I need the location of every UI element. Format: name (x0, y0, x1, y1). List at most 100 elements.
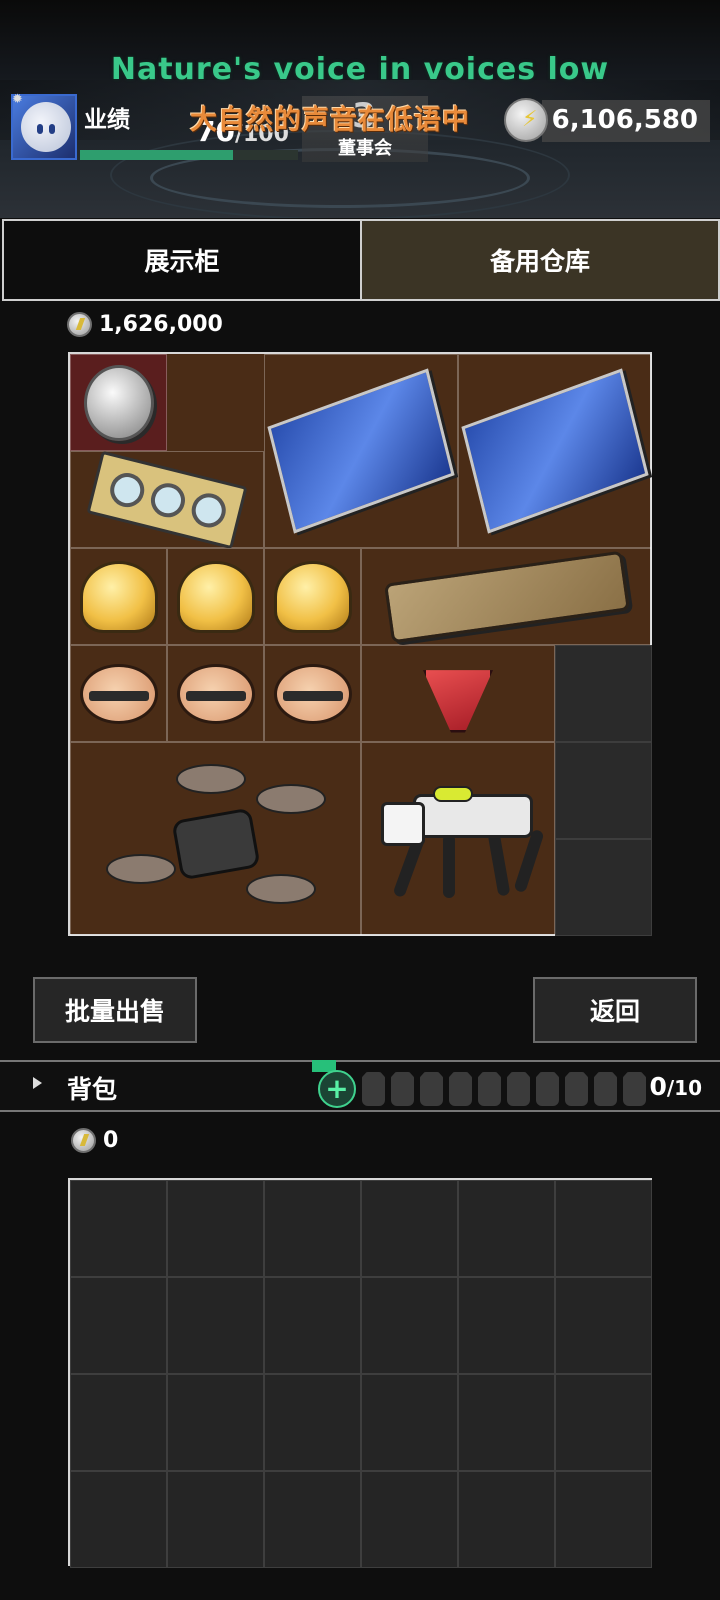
locked-slot-icon (623, 1072, 646, 1106)
tab-bar: 展示柜 备用仓库 (2, 219, 720, 301)
storage-value: 1,626,000 (99, 312, 223, 337)
top-header: ✹ 业绩 70/100 3 董事会 Nature's voice in voic… (0, 0, 720, 218)
coin-icon (71, 1128, 96, 1153)
propeller (245, 874, 316, 904)
backpack-cell[interactable] (555, 1374, 652, 1471)
fan-icon (106, 468, 148, 511)
drone-icon (105, 764, 326, 914)
item-toy-mask-1[interactable] (70, 645, 167, 742)
backpack-cell[interactable] (361, 1277, 458, 1374)
smartphone-icon (383, 550, 630, 643)
backpack-count-current: 0 (649, 1072, 667, 1101)
robot-leg (443, 834, 455, 898)
performance-progress-fill (80, 150, 233, 160)
item-graphics-card[interactable] (70, 450, 264, 549)
robot-leg (513, 828, 545, 894)
locked-slot-icon (449, 1072, 472, 1106)
avatar-face (21, 102, 71, 152)
storage-value-row: 1,626,000 (67, 312, 223, 337)
spinning-top-icon (423, 670, 493, 733)
empty-cell[interactable] (555, 645, 652, 742)
item-star-map-2[interactable] (458, 354, 652, 548)
backpack-cell[interactable] (555, 1180, 652, 1277)
expand-arrow-icon[interactable] (33, 1077, 42, 1089)
backpack-cell[interactable] (555, 1277, 652, 1374)
tab-display-cabinet[interactable]: 展示柜 (2, 219, 361, 301)
backpack-cell[interactable] (167, 1180, 264, 1277)
backpack-label: 背包 (67, 1075, 118, 1104)
item-drone[interactable] (70, 742, 361, 936)
silver-coin-icon (83, 364, 154, 441)
back-button[interactable]: 返回 (533, 977, 697, 1043)
overlay-title-zh: 大自然的声音在低语中 (190, 105, 470, 136)
locked-slot-icon (420, 1072, 443, 1106)
item-golden-bun-3[interactable] (264, 548, 361, 645)
backpack-cell[interactable] (458, 1180, 555, 1277)
item-star-map-1[interactable] (264, 354, 458, 548)
golden-bun-icon (273, 560, 352, 633)
star-map-icon (461, 368, 649, 534)
robot-leg (487, 831, 511, 897)
backpack-cell[interactable] (264, 1180, 361, 1277)
avatar-eye (49, 124, 55, 134)
backpack-cell[interactable] (458, 1374, 555, 1471)
propeller (105, 854, 176, 884)
item-spinning-top[interactable] (361, 645, 555, 742)
item-coin[interactable] (70, 354, 167, 451)
backpack-cell[interactable] (361, 1471, 458, 1568)
storage-grid (68, 352, 652, 936)
locked-slot-icon (478, 1072, 501, 1106)
robot-dog-icon (373, 774, 545, 904)
backpack-cell[interactable] (264, 1471, 361, 1568)
tab-spare-warehouse[interactable]: 备用仓库 (361, 219, 720, 301)
backpack-cell[interactable] (458, 1277, 555, 1374)
backpack-cell[interactable] (361, 1180, 458, 1277)
money-icon: ⚡ (504, 98, 548, 142)
backpack-cell[interactable] (458, 1471, 555, 1568)
backpack-cell[interactable] (70, 1277, 167, 1374)
toy-mask-icon (273, 663, 352, 724)
gear-icon[interactable]: ✹ (12, 93, 26, 107)
backpack-cell[interactable] (70, 1180, 167, 1277)
item-toy-mask-3[interactable] (264, 645, 361, 742)
item-smartphone[interactable] (361, 548, 652, 645)
backpack-bar[interactable]: 背包 + 0/10 (0, 1060, 720, 1112)
avatar-eye (37, 124, 43, 134)
locked-slot-icon (594, 1072, 617, 1106)
empty-cell[interactable] (555, 742, 652, 839)
empty-cell[interactable] (555, 839, 652, 936)
item-golden-bun-2[interactable] (167, 548, 264, 645)
item-toy-mask-2[interactable] (167, 645, 264, 742)
golden-bun-icon (79, 560, 158, 633)
item-golden-bun-1[interactable] (70, 548, 167, 645)
robot-accent (433, 786, 473, 802)
backpack-cell[interactable] (70, 1374, 167, 1471)
coin-icon (67, 312, 92, 337)
backpack-cell[interactable] (555, 1471, 652, 1568)
backpack-cell[interactable] (264, 1374, 361, 1471)
backpack-cell[interactable] (167, 1471, 264, 1568)
money-total: 6,106,580 (551, 105, 698, 135)
graphics-card-icon (86, 450, 248, 549)
backpack-cell[interactable] (167, 1374, 264, 1471)
backpack-cell[interactable] (70, 1471, 167, 1568)
toy-mask-icon (176, 663, 255, 724)
bulk-sell-button[interactable]: 批量出售 (33, 977, 197, 1043)
propeller (255, 784, 326, 814)
performance-label: 业绩 (84, 107, 130, 133)
toy-mask-icon (79, 663, 158, 724)
add-slot-button[interactable]: + (318, 1070, 356, 1108)
overlay-title-en: Nature's voice in voices low (110, 52, 610, 87)
drone-body (170, 807, 261, 881)
money-total-box: 6,106,580 (542, 100, 710, 142)
backpack-cell[interactable] (264, 1277, 361, 1374)
star-map-icon (267, 368, 455, 534)
locked-slot-icon (507, 1072, 530, 1106)
backpack-value-row: 0 (71, 1128, 118, 1153)
board-label: 董事会 (338, 138, 392, 159)
backpack-cell[interactable] (361, 1374, 458, 1471)
locked-slot-icon (536, 1072, 559, 1106)
fan-icon (147, 479, 189, 521)
backpack-cell[interactable] (167, 1277, 264, 1374)
item-robot-dog[interactable] (361, 742, 555, 936)
